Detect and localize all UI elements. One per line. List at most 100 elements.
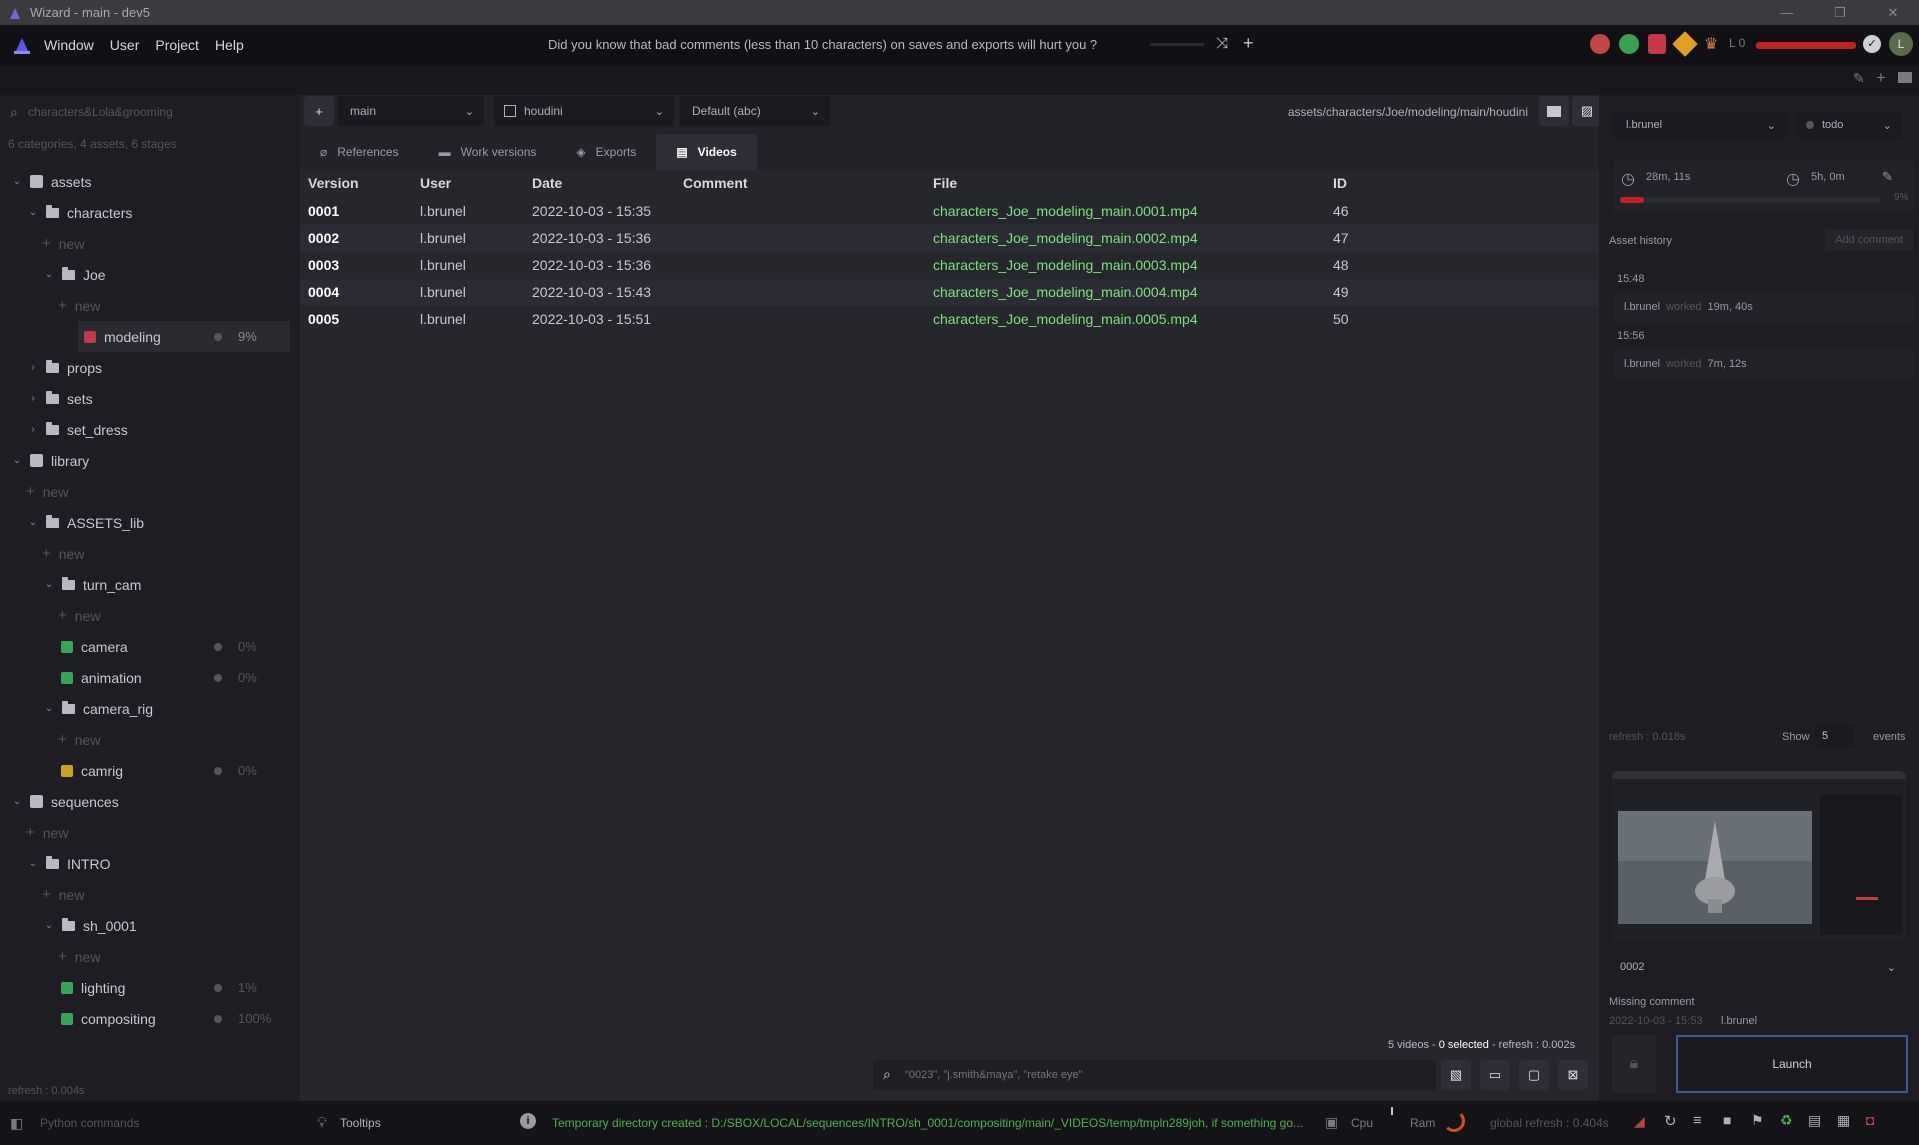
column-file[interactable]: File xyxy=(933,170,957,196)
tree-item[interactable]: camera 0% xyxy=(0,631,290,662)
event-card[interactable]: l.brunel worked 7m, 12s xyxy=(1614,349,1914,379)
tab-exports[interactable]: ◈ Exports xyxy=(556,134,656,170)
chevron-down-icon[interactable]: ⌄ xyxy=(42,579,56,590)
tree-item[interactable]: compositing 100% xyxy=(0,1003,290,1034)
tree-item[interactable]: ⌄ assets xyxy=(0,166,290,197)
tab-work-versions[interactable]: ▬ Work versions xyxy=(419,134,557,170)
video-search-box[interactable]: ⌕ xyxy=(873,1060,1436,1090)
user-dropdown[interactable]: l.brunel ⌄ xyxy=(1614,111,1786,139)
comment-button[interactable]: ▭ xyxy=(1480,1060,1510,1090)
chevron-down-icon[interactable]: ⌄ xyxy=(10,455,24,466)
add-icon[interactable]: + xyxy=(1876,68,1886,88)
tree-search-input[interactable] xyxy=(28,101,290,123)
tree-new-item[interactable]: + new xyxy=(0,817,290,848)
tree-item[interactable]: › props xyxy=(0,352,290,383)
check-icon[interactable]: ✓ xyxy=(1863,35,1881,53)
badge-green-icon[interactable] xyxy=(1619,34,1639,54)
tree-new-item[interactable]: + new xyxy=(0,724,290,755)
shuffle-icon[interactable]: ⤨ xyxy=(1216,35,1228,52)
column-date[interactable]: Date xyxy=(532,170,562,196)
software-dropdown[interactable]: houdini ⌄ xyxy=(494,96,674,126)
add-comment-button[interactable]: Add comment xyxy=(1825,229,1913,251)
chevron-down-icon[interactable]: ⌄ xyxy=(26,207,40,218)
export-set-dropdown[interactable]: Default (abc) ⌄ xyxy=(680,96,830,126)
tree-new-item[interactable]: + new xyxy=(0,600,290,631)
tree-item[interactable]: ⌄ Joe xyxy=(0,259,290,290)
sync-icon[interactable]: ♻ xyxy=(1780,1112,1793,1129)
tree-item[interactable]: ⌄ ASSETS_lib xyxy=(0,507,290,538)
tooltips-toggle[interactable]: Tooltips xyxy=(340,1116,381,1130)
folder-open-icon[interactable] xyxy=(1898,72,1912,83)
chevron-down-icon[interactable]: ⌄ xyxy=(26,517,40,528)
chevron-right-icon[interactable]: › xyxy=(26,362,40,373)
table-row[interactable]: 0005 l.brunel 2022-10-03 - 15:51 characters… xyxy=(300,306,1599,333)
user-avatar[interactable]: L xyxy=(1889,32,1913,56)
chevron-down-icon[interactable]: ⌄ xyxy=(10,796,24,807)
chevron-right-icon[interactable]: › xyxy=(26,393,40,404)
python-commands-input[interactable]: Python commands xyxy=(40,1116,139,1130)
table-row[interactable]: 0003 l.brunel 2022-10-03 - 15:36 characters… xyxy=(300,252,1599,279)
chevron-down-icon[interactable]: ⌄ xyxy=(26,858,40,869)
notification-icon[interactable]: ◘ xyxy=(1866,1112,1874,1128)
frame-button[interactable]: ▢ xyxy=(1519,1060,1549,1090)
tree-new-item[interactable]: + new xyxy=(0,941,290,972)
view-image-button[interactable]: ▧ xyxy=(1441,1060,1471,1090)
open-folder-button[interactable] xyxy=(1539,96,1569,126)
badge-shield-icon[interactable] xyxy=(1648,34,1666,54)
badge-crown-icon[interactable]: ♛ xyxy=(1704,34,1718,54)
refresh-icon[interactable]: ↻ xyxy=(1664,1112,1677,1130)
launch-button[interactable]: Launch xyxy=(1676,1035,1908,1093)
tree-item[interactable]: ⌄ INTRO xyxy=(0,848,290,879)
menu-user[interactable]: User xyxy=(110,37,140,53)
tree-item[interactable]: ⌄ characters xyxy=(0,197,290,228)
lock-button[interactable]: 🔒︎ xyxy=(1612,1035,1656,1093)
chart-icon[interactable]: ▦ xyxy=(1837,1112,1850,1129)
tree-new-item[interactable]: + new xyxy=(0,228,290,259)
column-id[interactable]: ID xyxy=(1333,170,1347,196)
tree-new-item[interactable]: + new xyxy=(0,476,290,507)
restore-icon[interactable]: ❐ xyxy=(1817,0,1863,25)
chevron-down-icon[interactable]: ⌄ xyxy=(10,176,24,187)
tree-item[interactable]: ⌄ library xyxy=(0,445,290,476)
table-row[interactable]: 0004 l.brunel 2022-10-03 - 15:43 characters… xyxy=(300,279,1599,306)
edit-estimate-icon[interactable]: ✎ xyxy=(1882,169,1893,185)
window-icon[interactable]: ▤ xyxy=(1808,1112,1821,1129)
tree-item[interactable]: modeling 9% xyxy=(78,321,290,352)
minimize-icon[interactable]: — xyxy=(1764,0,1810,25)
tree-item[interactable]: ⌄ camera_rig xyxy=(0,693,290,724)
column-version[interactable]: Version xyxy=(308,170,359,196)
event-card[interactable]: l.brunel worked 19m, 40s xyxy=(1614,292,1914,322)
chevron-down-icon[interactable]: ⌄ xyxy=(42,703,56,714)
tree-item[interactable]: › set_dress xyxy=(0,414,290,445)
menu-window[interactable]: Window xyxy=(44,37,94,53)
lock-icon[interactable]: ■ xyxy=(1723,1112,1731,1128)
tree-item[interactable]: ⌄ turn_cam xyxy=(0,569,290,600)
event-count-input[interactable]: 5 xyxy=(1814,725,1854,747)
tree-item[interactable]: animation 0% xyxy=(0,662,290,693)
lightbulb-icon[interactable]: 💡︎ xyxy=(317,1114,327,1131)
add-tip-icon[interactable]: + xyxy=(1243,33,1254,54)
running-icon[interactable]: ⚑ xyxy=(1751,1112,1764,1129)
tree-item[interactable]: ⌄ sequences xyxy=(0,786,290,817)
column-user[interactable]: User xyxy=(420,170,451,196)
menu-help[interactable]: Help xyxy=(215,37,244,53)
tab-references[interactable]: ⌀ References xyxy=(300,134,419,170)
chevron-right-icon[interactable]: › xyxy=(26,424,40,435)
state-dropdown[interactable]: todo ⌄ xyxy=(1796,111,1902,139)
tree-item[interactable]: ⌄ sh_0001 xyxy=(0,910,290,941)
tree-item[interactable]: › sets xyxy=(0,383,290,414)
edit-icon[interactable]: ✎ xyxy=(1853,70,1865,87)
tree-item[interactable]: camrig 0% xyxy=(0,755,290,786)
table-row[interactable]: 0001 l.brunel 2022-10-03 - 15:35 characters… xyxy=(300,198,1599,225)
menu-project[interactable]: Project xyxy=(155,37,199,53)
badge-diamond-icon[interactable] xyxy=(1672,31,1698,57)
launcher-button[interactable]: ▨ xyxy=(1572,96,1602,126)
list-icon[interactable]: ≡ xyxy=(1693,1112,1702,1129)
tab-videos[interactable]: ▤ Videos xyxy=(656,134,757,170)
add-variant-button[interactable]: + xyxy=(304,96,334,126)
video-search-input[interactable] xyxy=(905,1064,1425,1086)
tree-new-item[interactable]: + new xyxy=(0,879,290,910)
video-thumbnail[interactable] xyxy=(1612,771,1906,942)
variant-dropdown[interactable]: main ⌄ xyxy=(338,96,484,126)
column-comment[interactable]: Comment xyxy=(683,170,748,196)
